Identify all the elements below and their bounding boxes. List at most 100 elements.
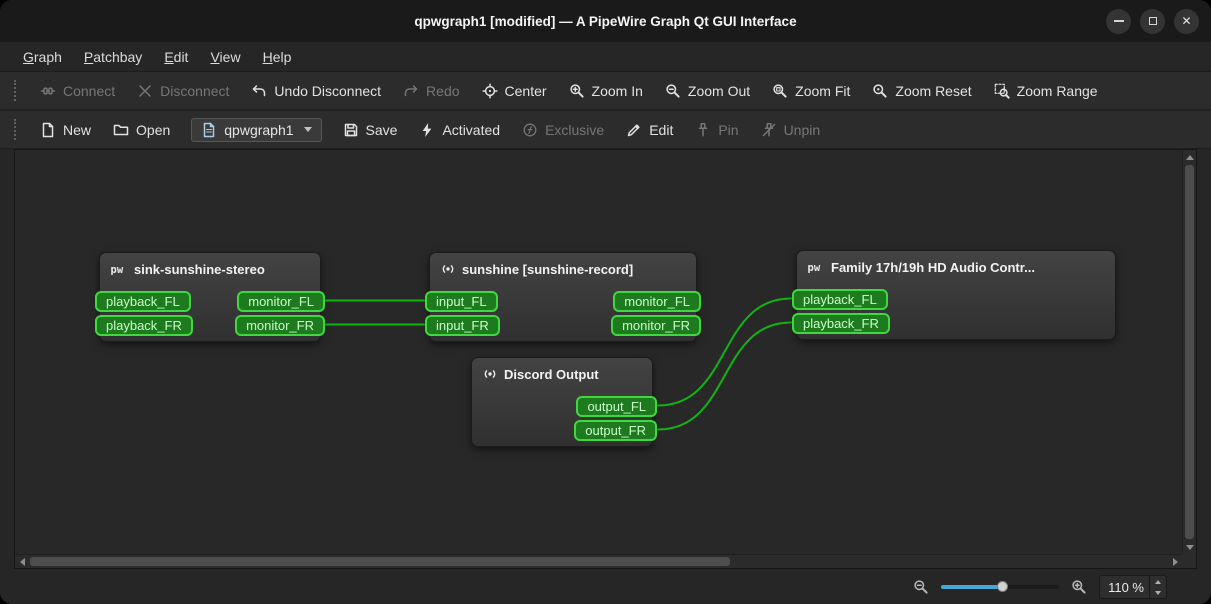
open-folder-icon — [113, 122, 129, 138]
toolbar-label: Redo — [426, 82, 460, 99]
port-monitor_FR[interactable]: monitor_FR — [611, 315, 701, 336]
window-close-button[interactable]: ✕ — [1174, 8, 1199, 34]
new-file-icon — [40, 122, 56, 138]
horizontal-scrollbar-thumb[interactable] — [30, 557, 731, 566]
menu-help[interactable]: Help — [252, 45, 303, 69]
toolbar-label: Pin — [718, 121, 739, 138]
pipewire-icon: pw — [110, 261, 128, 277]
toolbar-label: Undo Disconnect — [274, 82, 382, 99]
node-discord-output[interactable]: Discord Output output_FL output_FR — [471, 357, 657, 447]
input-ports: playback_FL playback_FR — [792, 289, 890, 334]
toolbar-button-activated[interactable]: Activated — [408, 115, 511, 145]
menubar: Graph Patchbay Edit View Help — [0, 42, 1211, 72]
scrollbar-corner — [1182, 554, 1196, 568]
undo-icon — [251, 83, 267, 99]
toolbar-button-undo-disconnect[interactable]: Undo Disconnect — [240, 76, 392, 106]
output-ports: output_FL output_FR — [574, 396, 657, 441]
toolbar-button-center[interactable]: Center — [471, 76, 558, 106]
scroll-down-arrow-icon[interactable] — [1183, 540, 1197, 554]
port-input_FL[interactable]: input_FL — [425, 291, 498, 312]
toolbar-label: Unpin — [783, 121, 821, 138]
zoom-slider-fill — [941, 585, 1003, 589]
toolbar-file: New Open qpwgraph1 Save Activated Exclusive Ed… — [0, 110, 1211, 149]
toolbar-label: Disconnect — [160, 82, 230, 99]
toolbar-button-exclusive[interactable]: Exclusive — [511, 115, 615, 145]
toolbar-label: Exclusive — [545, 121, 605, 138]
port-monitor_FL[interactable]: monitor_FL — [613, 291, 701, 312]
toolbar-button-pin[interactable]: Pin — [684, 115, 749, 145]
audio-app-icon — [482, 366, 498, 382]
window-minimize-button[interactable] — [1106, 8, 1131, 34]
toolbar-button-zoom-in[interactable]: Zoom In — [558, 76, 654, 106]
vertical-scrollbar-thumb[interactable] — [1185, 165, 1194, 539]
toolbar-button-zoom-fit[interactable]: Zoom Fit — [761, 76, 861, 106]
toolbar-file-handle[interactable] — [14, 119, 20, 140]
zoom-spinbox[interactable]: 110 % — [1099, 575, 1167, 599]
input-ports: playback_FL playback_FR — [95, 291, 193, 336]
node-sink-sunshine-stereo[interactable]: pw sink-sunshine-stereo playback_FL playbac… — [95, 252, 325, 342]
toolbar-label: Edit — [649, 121, 674, 138]
pencil-icon — [626, 122, 642, 138]
toolbar-button-zoom-reset[interactable]: Zoom Reset — [861, 76, 982, 106]
node-header: pw Family 17h/19h HD Audio Contr... — [797, 251, 1115, 275]
toolbar-label: Activated — [442, 121, 501, 138]
port-output_FL[interactable]: output_FL — [576, 396, 657, 417]
graph-frame: pw sink-sunshine-stereo playback_FL playbac… — [14, 149, 1197, 569]
toolbar-button-save[interactable]: Save — [332, 115, 409, 145]
toolbar-button-zoom-range[interactable]: Zoom Range — [983, 76, 1109, 106]
toolbar-button-new[interactable]: New — [29, 115, 102, 145]
scroll-right-arrow-icon[interactable] — [1168, 555, 1182, 569]
node-header: sunshine [sunshine-record] — [430, 253, 696, 277]
toolbar-label: Zoom Out — [687, 82, 751, 99]
toolbar-label: Save — [365, 121, 398, 138]
port-playback_FR[interactable]: playback_FR — [792, 313, 890, 334]
port-monitor_FL[interactable]: monitor_FL — [237, 291, 325, 312]
zoom-out-icon[interactable] — [913, 579, 929, 595]
node-sunshine[interactable]: sunshine [sunshine-record] input_FL input_… — [425, 252, 701, 342]
graph-selector-combo[interactable]: qpwgraph1 — [191, 117, 322, 142]
menu-edit[interactable]: Edit — [153, 45, 199, 69]
zoom-value: 110 % — [1108, 579, 1144, 595]
edges-layer — [325, 297, 792, 431]
spin-up-button[interactable] — [1150, 576, 1166, 587]
center-icon — [481, 82, 498, 99]
spin-down-button[interactable] — [1150, 587, 1166, 598]
svg-text:pw: pw — [808, 262, 821, 274]
node-title: Family 17h/19h HD Audio Contr... — [831, 259, 1035, 275]
toolbar-edit: Connect Disconnect Undo Disconnect Redo Cent… — [0, 72, 1211, 110]
horizontal-scrollbar[interactable] — [15, 554, 1182, 568]
port-playback_FL[interactable]: playback_FL — [792, 289, 888, 310]
unpin-icon — [761, 122, 777, 138]
toolbar-edit-handle[interactable] — [14, 80, 20, 101]
toolbar-button-redo[interactable]: Redo — [392, 76, 470, 106]
port-input_FR[interactable]: input_FR — [425, 315, 500, 336]
toolbar-button-unpin[interactable]: Unpin — [750, 115, 832, 145]
menu-view[interactable]: View — [199, 45, 251, 69]
menu-graph[interactable]: Graph — [12, 45, 73, 69]
zoom-in-icon[interactable] — [1071, 579, 1087, 595]
node-title: Discord Output — [504, 366, 599, 382]
pipewire-icon: pw — [807, 259, 825, 275]
maximize-icon — [1148, 17, 1157, 25]
graph-canvas[interactable]: pw sink-sunshine-stereo playback_FL playbac… — [15, 150, 1182, 554]
exclusive-icon — [522, 122, 538, 138]
node-title: sunshine [sunshine-record] — [462, 261, 634, 277]
zoom-slider-handle[interactable] — [997, 581, 1009, 592]
toolbar-button-disconnect[interactable]: Disconnect — [126, 76, 240, 106]
zoom-slider[interactable] — [941, 578, 1059, 596]
port-monitor_FR[interactable]: monitor_FR — [235, 315, 325, 336]
window-maximize-button[interactable] — [1140, 8, 1165, 34]
port-playback_FR[interactable]: playback_FR — [95, 315, 193, 336]
toolbar-button-connect[interactable]: Connect — [29, 76, 126, 106]
vertical-scrollbar[interactable] — [1182, 150, 1196, 554]
toolbar-button-open[interactable]: Open — [102, 115, 181, 145]
toolbar-button-edit[interactable]: Edit — [615, 115, 684, 145]
scroll-up-arrow-icon[interactable] — [1183, 150, 1197, 164]
port-output_FR[interactable]: output_FR — [574, 420, 657, 441]
node-family-audio[interactable]: pw Family 17h/19h HD Audio Contr... playba… — [792, 250, 1116, 340]
toolbar-button-zoom-out[interactable]: Zoom Out — [654, 76, 761, 106]
titlebar[interactable]: qpwgraph1 [modified] — A PipeWire Graph … — [0, 0, 1211, 42]
menu-patchbay[interactable]: Patchbay — [73, 45, 153, 69]
port-playback_FL[interactable]: playback_FL — [95, 291, 191, 312]
scroll-left-arrow-icon[interactable] — [15, 555, 29, 569]
